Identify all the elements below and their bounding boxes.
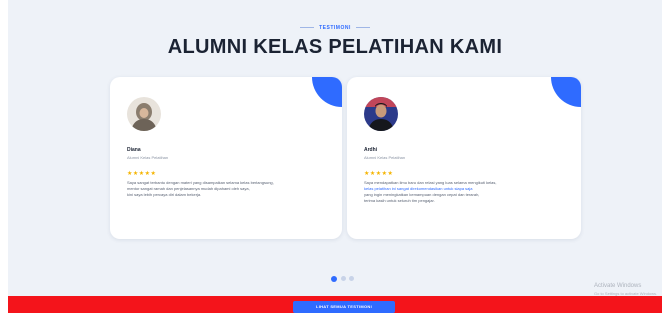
section-title: ALUMNI KELAS PELATIHAN KAMI [167,36,503,58]
carousel-dot-1[interactable] [331,275,337,282]
avatar [127,97,161,131]
avatar [364,97,398,131]
rating-stars: ★★★★★ [364,171,394,177]
watermark-line-2: Go to Settings to activate Windows. [594,291,658,296]
quote-line: kini saya lebih percaya diri dalam beker… [127,192,202,197]
testimonial-name: Diana [127,147,141,153]
avatar-photo-icon [364,97,398,131]
carousel-dot-3[interactable] [349,276,354,281]
watermark-line-1: Activate Windows [594,283,642,289]
card-corner-accent [312,77,342,107]
eyebrow-line-right [355,27,370,29]
testimonial-name: Ardhi [364,147,378,153]
quote-line: terima kasih untuk seluruh tim pengajar. [364,198,435,203]
testimonial-quote: Saya mendapatkan ilmu baru dan relasi ya… [364,180,564,204]
eyebrow-label: TESTIMONI [319,25,351,31]
activate-windows-watermark: Activate Windows Go to Settings to activ… [594,283,670,297]
testimonial-role: Alumni Kelas Pelatihan [364,155,406,160]
section-eyebrow: TESTIMONI [0,25,670,31]
view-all-testimonials-button[interactable]: LIHAT SEMUA TESTIMONI [293,301,395,313]
testimonial-card: Diana Alumni Kelas Pelatihan ★★★★★ Saya … [110,77,342,239]
testimonial-card: Ardhi Alumni Kelas Pelatihan ★★★★★ Saya … [347,77,581,239]
testimonial-quote: Saya sangat terbantu dengan materi yang … [127,180,327,198]
avatar-photo-icon [127,97,161,131]
card-corner-accent [551,77,581,107]
testimonial-role: Alumni Kelas Pelatihan [127,155,169,160]
eyebrow-line-left [300,27,315,29]
rating-stars: ★★★★★ [127,171,157,177]
carousel-dot-2[interactable] [341,276,346,281]
